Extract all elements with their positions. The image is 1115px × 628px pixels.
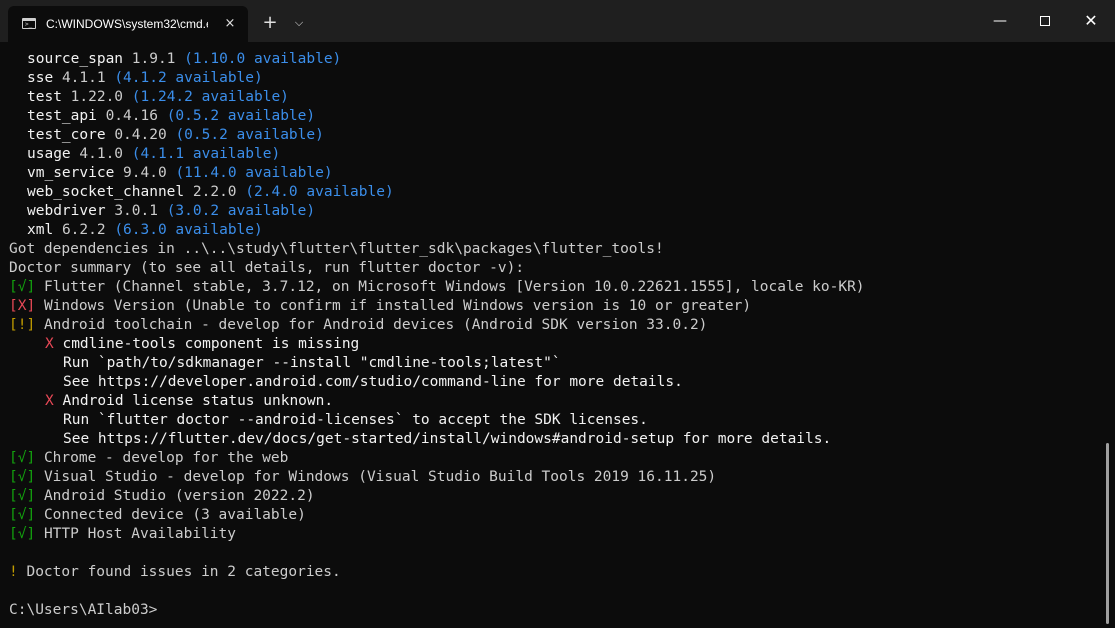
check-ok-marker: [√]	[9, 488, 36, 504]
check-text: HTTP Host Availability	[43, 526, 236, 542]
issue-detail-line: Run `flutter doctor --android-licenses` …	[63, 412, 648, 428]
package-line: web_socket_channel 2.2.0 (2.4.0 availabl…	[9, 183, 865, 202]
terminal-icon: >_	[22, 18, 36, 29]
check-error-marker: [X]	[9, 298, 36, 314]
package-version: 0.4.20	[114, 127, 167, 143]
package-name: test	[27, 89, 62, 105]
package-line: xml 6.2.2 (6.3.0 available)	[9, 221, 865, 240]
package-line: sse 4.1.1 (4.1.2 available)	[9, 69, 865, 88]
blank-line	[9, 544, 865, 563]
blank-line	[9, 582, 865, 601]
maximize-icon	[1040, 16, 1050, 26]
package-name: sse	[27, 70, 54, 86]
got-dependencies-line: Got dependencies in ..\..\study\flutter\…	[9, 241, 664, 257]
package-version: 3.0.1	[114, 203, 158, 219]
check-ok-marker: [√]	[9, 279, 36, 295]
package-available: (3.0.2 available)	[166, 203, 316, 219]
package-name: source_span	[27, 51, 124, 67]
package-line: source_span 1.9.1 (1.10.0 available)	[9, 50, 865, 69]
issue-title: cmdline-tools component is missing	[62, 336, 360, 352]
package-available: (0.5.2 available)	[166, 108, 316, 124]
check-warning-marker: [!]	[9, 317, 36, 333]
issue-detail-line: See https://flutter.dev/docs/get-started…	[63, 431, 832, 447]
scrollbar-thumb[interactable]	[1106, 443, 1109, 624]
package-available: (6.3.0 available)	[114, 222, 263, 238]
package-name: test_api	[27, 108, 97, 124]
check-line: [X] Windows Version (Unable to confirm i…	[9, 297, 865, 316]
tab-title: C:\WINDOWS\system32\cmd.exe	[46, 17, 208, 31]
package-available: (2.4.0 available)	[245, 184, 394, 200]
scrollbar-track[interactable]	[1103, 42, 1115, 628]
package-version: 6.2.2	[61, 222, 106, 238]
package-version: 4.1.1	[61, 70, 106, 86]
check-line: [√] Flutter (Channel stable, 3.7.12, on …	[9, 278, 865, 297]
chevron-down-icon[interactable]: ⌵	[287, 10, 311, 36]
package-name: usage	[27, 146, 71, 162]
package-line: test_core 0.4.20 (0.5.2 available)	[9, 126, 865, 145]
check-ok-marker: [√]	[9, 526, 36, 542]
issue-error-marker: X	[45, 336, 54, 352]
package-name: vm_service	[27, 165, 115, 181]
package-version: 2.2.0	[192, 184, 237, 200]
check-text: Visual Studio - develop for Windows (Vis…	[43, 469, 717, 485]
tab-close-icon[interactable]: ×	[220, 14, 240, 34]
issue-title: Android license status unknown.	[62, 393, 334, 409]
check-line: [√] Connected device (3 available)	[9, 506, 865, 525]
check-line: [!] Android toolchain - develop for Andr…	[9, 316, 865, 335]
issue-title-line: X Android license status unknown.	[9, 392, 865, 411]
package-available: (11.4.0 available)	[175, 165, 333, 181]
doctor-summary-line: Doctor summary (to see all details, run …	[9, 260, 525, 276]
check-text: Windows Version (Unable to confirm if in…	[43, 298, 752, 314]
package-line: usage 4.1.0 (4.1.1 available)	[9, 145, 865, 164]
package-line: webdriver 3.0.1 (3.0.2 available)	[9, 202, 865, 221]
maximize-button[interactable]	[1022, 0, 1068, 42]
issue-error-marker: X	[45, 393, 54, 409]
issue-detail-line: Run `path/to/sdkmanager --install "cmdli…	[63, 355, 561, 371]
package-name: web_socket_channel	[27, 184, 185, 200]
summary-warning-marker: !	[9, 564, 18, 580]
package-line: vm_service 9.4.0 (11.4.0 available)	[9, 164, 865, 183]
package-version: 1.9.1	[131, 51, 176, 67]
check-line: [√] Chrome - develop for the web	[9, 449, 865, 468]
check-text: Connected device (3 available)	[43, 507, 306, 523]
issue-detail-line: See https://developer.android.com/studio…	[63, 374, 683, 390]
new-tab-button[interactable]: +	[256, 10, 284, 36]
summary-text: Doctor found issues in 2 categories.	[26, 564, 341, 580]
check-text: Android Studio (version 2022.2)	[43, 488, 315, 504]
check-text: Android toolchain - develop for Android …	[43, 317, 708, 333]
summary-line: ! Doctor found issues in 2 categories.	[9, 563, 865, 582]
package-line: test 1.22.0 (1.24.2 available)	[9, 88, 865, 107]
close-button[interactable]: ✕	[1068, 0, 1114, 42]
check-line: [√] HTTP Host Availability	[9, 525, 865, 544]
command-prompt[interactable]: C:\Users\AIlab03>	[9, 601, 865, 620]
check-text: Chrome - develop for the web	[43, 450, 289, 466]
package-available: (4.1.2 available)	[114, 70, 263, 86]
package-version: 1.22.0	[70, 89, 124, 105]
package-available: (4.1.1 available)	[131, 146, 281, 162]
check-ok-marker: [√]	[9, 450, 36, 466]
tab-cmd[interactable]: >_ C:\WINDOWS\system32\cmd.exe ×	[8, 6, 248, 42]
package-version: 4.1.0	[79, 146, 124, 162]
terminal-output[interactable]: source_span 1.9.1 (1.10.0 available) sse…	[0, 42, 1103, 628]
package-line: test_api 0.4.16 (0.5.2 available)	[9, 107, 865, 126]
check-text: Flutter (Channel stable, 3.7.12, on Micr…	[43, 279, 865, 295]
check-line: [√] Visual Studio - develop for Windows …	[9, 468, 865, 487]
package-available: (1.24.2 available)	[131, 89, 289, 105]
title-bar: >_ C:\WINDOWS\system32\cmd.exe × + ⌵ — ✕	[0, 0, 1115, 42]
package-available: (0.5.2 available)	[175, 127, 324, 143]
package-name: test_core	[27, 127, 106, 143]
check-line: [√] Android Studio (version 2022.2)	[9, 487, 865, 506]
minimize-button[interactable]: —	[977, 0, 1023, 42]
package-available: (1.10.0 available)	[184, 51, 342, 67]
package-version: 9.4.0	[123, 165, 167, 181]
check-ok-marker: [√]	[9, 469, 36, 485]
check-ok-marker: [√]	[9, 507, 36, 523]
issue-title-line: X cmdline-tools component is missing	[9, 335, 865, 354]
package-name: xml	[27, 222, 54, 238]
package-name: webdriver	[27, 203, 106, 219]
package-version: 0.4.16	[105, 108, 158, 124]
